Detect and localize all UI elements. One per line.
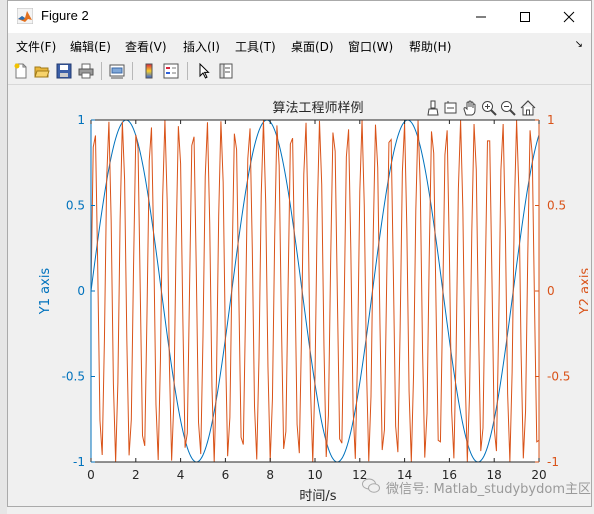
insert-legend-button[interactable] bbox=[161, 61, 181, 81]
y1-axis-label: Y1 axis bbox=[38, 268, 53, 316]
restore-view-button[interactable] bbox=[519, 98, 537, 118]
plot-area bbox=[91, 120, 539, 462]
toolbar-separator bbox=[132, 62, 133, 80]
y1-tick-label: -1 bbox=[73, 455, 85, 469]
x-tick-label: 4 bbox=[177, 468, 185, 482]
y1-tick-label: 0 bbox=[77, 284, 85, 298]
y1-tick-label: 0.5 bbox=[66, 199, 85, 213]
close-icon bbox=[563, 11, 575, 23]
open-file-button[interactable] bbox=[32, 61, 52, 81]
zoom-out-button[interactable] bbox=[499, 98, 517, 118]
y2-axis-label: Y2 axis bbox=[578, 268, 588, 316]
maximize-button[interactable] bbox=[503, 1, 547, 33]
chart-svg[interactable]: 0 2 4 6 8 10 12 14 16 18 20-1-0.500.51-1-0.500.51算… bbox=[10, 87, 588, 505]
menu-tools[interactable]: 工具(T) bbox=[235, 38, 276, 55]
close-button[interactable] bbox=[547, 1, 591, 33]
toolbar-separator bbox=[187, 62, 188, 80]
property-inspector-icon bbox=[219, 63, 233, 79]
restore-view-home-icon bbox=[520, 100, 536, 116]
edit-plot-button[interactable] bbox=[194, 61, 214, 81]
x-axis-label: 时间/s bbox=[299, 489, 336, 504]
print-icon bbox=[78, 63, 94, 79]
menu-help[interactable]: 帮助(H) bbox=[409, 38, 451, 55]
x-tick-label: 6 bbox=[222, 468, 230, 482]
brush-icon bbox=[427, 100, 439, 116]
figure-window: Figure 2 文件(F) 编辑(E) 查看(V) 插入(I) 工具(T) 桌… bbox=[7, 0, 592, 507]
new-figure-icon bbox=[14, 63, 27, 79]
menu-edit[interactable]: 编辑(E) bbox=[70, 38, 111, 55]
print-button[interactable] bbox=[76, 61, 96, 81]
figure-canvas: 0 2 4 6 8 10 12 14 16 18 20 -1 -0.5 0 0.5 1 -1 -0.5 0 0.5 1 算… bbox=[10, 87, 588, 505]
menu-overflow-arrow-icon[interactable]: ↘ bbox=[575, 39, 583, 50]
chart-title: 算法工程师样例 bbox=[272, 101, 363, 116]
menu-desktop[interactable]: 桌面(D) bbox=[291, 38, 334, 55]
menu-insert[interactable]: 插入(I) bbox=[183, 38, 220, 55]
y1-tick-label: 1 bbox=[77, 113, 85, 127]
minimize-button[interactable] bbox=[459, 1, 503, 33]
property-inspector-button[interactable] bbox=[216, 61, 236, 81]
title-bar[interactable]: Figure 2 bbox=[8, 1, 591, 33]
watermark-text: 微信号: Matlab_studybydom主区 bbox=[386, 482, 591, 497]
zoom-out-icon bbox=[501, 101, 516, 116]
figure-toolbar bbox=[8, 57, 591, 85]
open-file-icon bbox=[34, 66, 50, 78]
x-tick-label: 10 bbox=[307, 468, 322, 482]
toolbar-separator bbox=[101, 62, 102, 80]
y1-tick-label: -0.5 bbox=[62, 370, 85, 384]
y2-tick-label: -1 bbox=[547, 455, 559, 469]
edit-plot-arrow-icon bbox=[199, 63, 210, 79]
wechat-icon bbox=[362, 478, 380, 493]
save-icon bbox=[56, 63, 72, 79]
save-button[interactable] bbox=[54, 61, 74, 81]
menu-bar: 文件(F) 编辑(E) 查看(V) 插入(I) 工具(T) 桌面(D) 窗口(W… bbox=[8, 33, 591, 57]
x-tick-label: 8 bbox=[266, 468, 274, 482]
menu-window[interactable]: 窗口(W) bbox=[348, 38, 393, 55]
axes-toolbar bbox=[424, 98, 540, 118]
zoom-in-button[interactable] bbox=[480, 98, 498, 118]
link-plot-icon bbox=[109, 64, 125, 79]
data-tips-icon bbox=[444, 101, 457, 114]
brush-button[interactable] bbox=[424, 98, 442, 118]
y2-tick-label: -0.5 bbox=[547, 370, 570, 384]
menu-view[interactable]: 查看(V) bbox=[125, 38, 167, 55]
window-title: Figure 2 bbox=[41, 8, 89, 23]
pan-hand-icon bbox=[463, 100, 476, 116]
insert-colorbar-button[interactable] bbox=[139, 61, 159, 81]
background-desktop-strip bbox=[0, 0, 7, 514]
menu-file[interactable]: 文件(F) bbox=[16, 38, 56, 55]
insert-colorbar-icon bbox=[145, 63, 153, 79]
maximize-icon bbox=[520, 12, 530, 22]
x-tick-label: 0 bbox=[87, 468, 95, 482]
y2-tick-label: 0.5 bbox=[547, 199, 566, 213]
minimize-icon bbox=[476, 16, 486, 18]
y2-tick-label: 1 bbox=[547, 113, 555, 127]
x-tick-label: 2 bbox=[132, 468, 140, 482]
data-tips-button[interactable] bbox=[442, 98, 460, 118]
pan-button[interactable] bbox=[461, 98, 479, 118]
link-plot-button[interactable] bbox=[107, 61, 127, 81]
y2-tick-label: 0 bbox=[547, 284, 555, 298]
matlab-logo-icon bbox=[17, 8, 33, 24]
insert-legend-icon bbox=[163, 63, 179, 79]
zoom-in-icon bbox=[482, 101, 497, 116]
new-figure-button[interactable] bbox=[11, 61, 31, 81]
